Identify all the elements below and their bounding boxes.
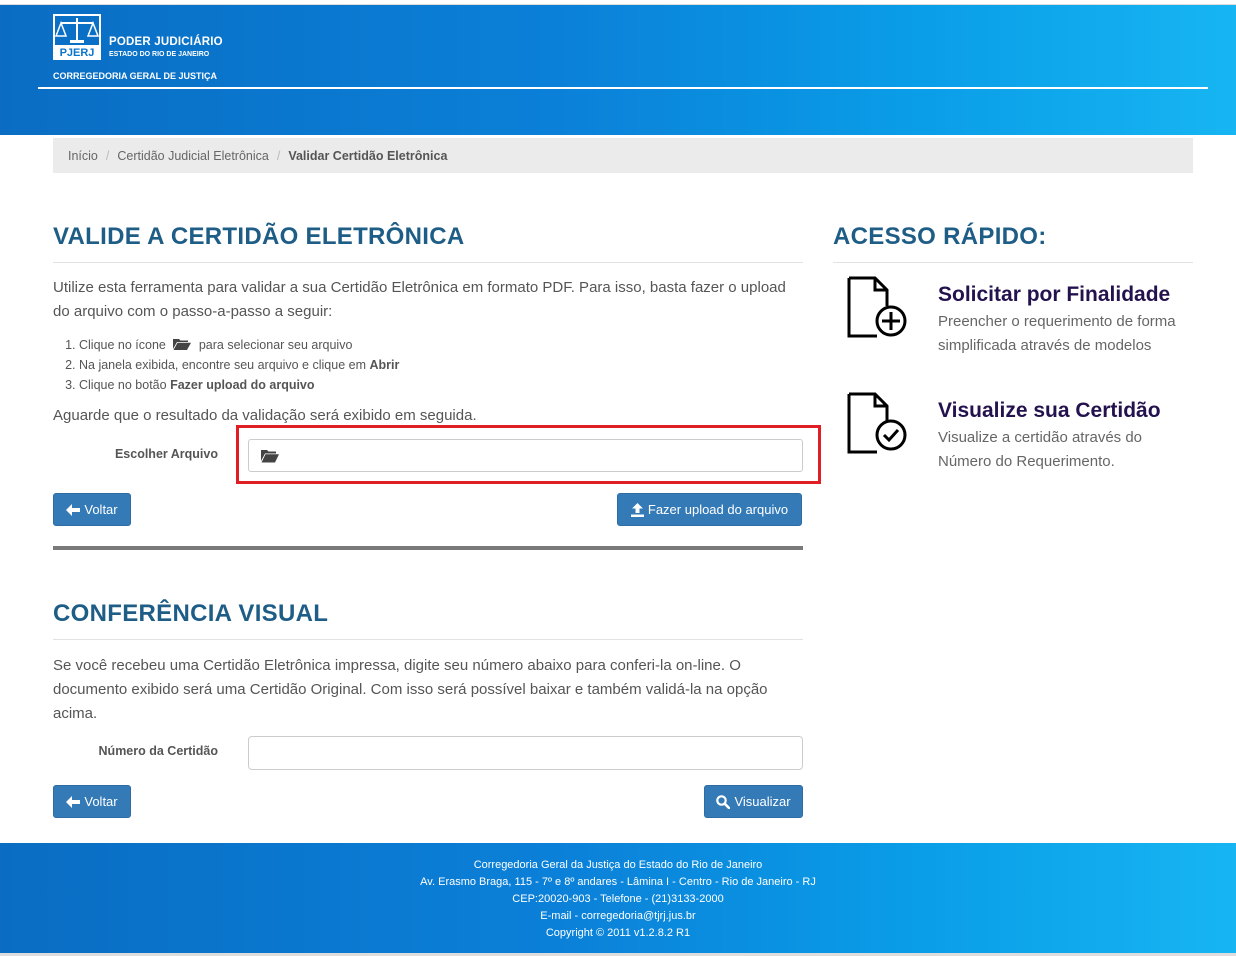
footer-copyright: Copyright © 2011 v1.2.8.2 R1 xyxy=(545,927,691,939)
back-button[interactable]: Voltar xyxy=(53,785,131,818)
view-button[interactable]: Visualizar xyxy=(704,785,803,818)
footer-line: Av. Erasmo Braga, 115 - 7º e 8º andares … xyxy=(420,876,816,888)
header-divider xyxy=(38,87,1208,89)
quick-link-visualize-desc: Visualize a certidão através do Número d… xyxy=(938,429,1143,470)
number-label: Número da Certidão xyxy=(98,744,218,758)
scales-of-justice-icon: PJERJ xyxy=(53,14,101,60)
step-1: Clique no ícone para selecionar seu arqu… xyxy=(79,335,399,355)
folder-open-icon xyxy=(173,339,192,350)
upload-icon xyxy=(630,502,644,517)
section-divider xyxy=(53,546,803,550)
quick-link-solicitar-desc: Preencher o requerimento de forma simpli… xyxy=(938,313,1176,354)
back-button[interactable]: Voltar xyxy=(53,493,131,526)
quick-link-solicitar[interactable]: Solicitar por Finalidade xyxy=(938,283,1170,307)
logo-title: PODER JUDICIÁRIO xyxy=(109,36,223,48)
validate-heading-rule xyxy=(53,262,803,263)
document-check-icon[interactable] xyxy=(845,392,909,454)
footer-email[interactable]: E-mail - corregedoria@tjrj.jus.br xyxy=(0,908,1236,925)
breadcrumb-home-link[interactable]: Início xyxy=(68,149,98,163)
footer-line: CEP:20020-903 - Telefone - (21)3133-2000 xyxy=(512,893,724,905)
arrow-left-icon xyxy=(66,503,81,516)
breadcrumb-separator: / xyxy=(276,148,281,163)
logo-department: CORREGEDORIA GERAL DE JUSTIÇA xyxy=(53,71,218,81)
visual-heading: CONFERÊNCIA VISUAL xyxy=(53,600,329,627)
logo-subtitle: ESTADO DO RIO DE JANEIRO xyxy=(109,51,210,58)
search-icon xyxy=(716,794,731,809)
validate-steps: Clique no ícone para selecionar seu arqu… xyxy=(79,335,399,395)
certidao-number-input[interactable] xyxy=(248,736,803,770)
breadcrumb-separator: / xyxy=(105,148,110,163)
validate-intro: Utilize esta ferramenta para validar a s… xyxy=(53,279,786,320)
breadcrumb-certidao-link[interactable]: Certidão Judicial Eletrônica xyxy=(117,149,268,163)
quick-link-visualize[interactable]: Visualize sua Certidão xyxy=(938,399,1161,423)
document-plus-icon[interactable] xyxy=(845,276,909,338)
site-header: PJERJ PODER JUDICIÁRIO ESTADO DO RIO DE … xyxy=(0,4,1236,135)
pjerj-logo[interactable]: PJERJ PODER JUDICIÁRIO ESTADO DO RIO DE … xyxy=(53,14,253,84)
visual-intro: Se você recebeu uma Certidão Eletrônica … xyxy=(53,657,768,722)
logo-abbr: PJERJ xyxy=(60,47,95,59)
validate-heading: VALIDE A CERTIDÃO ELETRÔNICA xyxy=(53,223,465,250)
breadcrumb: Início / Certidão Judicial Eletrônica / … xyxy=(53,138,1193,173)
quick-access-heading: ACESSO RÁPIDO: xyxy=(833,223,1047,250)
arrow-left-icon xyxy=(66,795,81,808)
visual-heading-rule xyxy=(53,639,803,640)
highlight-box xyxy=(236,425,821,484)
step-2: Na janela exibida, encontre seu arquivo … xyxy=(79,355,399,375)
breadcrumb-current: Validar Certidão Eletrônica xyxy=(288,148,448,163)
file-label: Escolher Arquivo xyxy=(114,447,218,461)
step-3: Clique no botão Fazer upload do arquivo xyxy=(79,375,399,395)
quick-access-rule xyxy=(833,262,1193,263)
site-footer: Corregedoria Geral da Justiça do Estado … xyxy=(0,843,1236,953)
upload-button[interactable]: Fazer upload do arquivo xyxy=(617,493,802,526)
footer-line: Corregedoria Geral da Justiça do Estado … xyxy=(473,859,763,871)
